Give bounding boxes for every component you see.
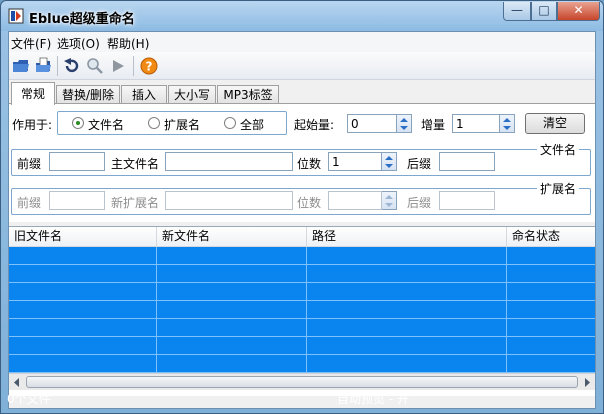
toolbar-separator — [133, 56, 134, 76]
table-row[interactable] — [9, 300, 595, 301]
ext-prefix-label: 前缀 — [17, 196, 42, 210]
start-label: 起始量: — [294, 118, 335, 132]
status-bar: 0个文件 自动预览 - 开 — [1, 390, 603, 406]
horizontal-scrollbar[interactable] — [9, 373, 595, 390]
undo-icon[interactable] — [63, 57, 81, 75]
radio-filename[interactable] — [72, 117, 84, 129]
table-row[interactable] — [9, 354, 595, 355]
client-area: 文件(F) 选项(O) 帮助(H) ? 常规 替换/删除 插入 大小写 MP3标… — [8, 31, 596, 409]
search-icon[interactable] — [86, 57, 104, 75]
menu-help[interactable]: 帮助(H) — [107, 35, 149, 52]
minimize-icon: — — [511, 3, 523, 17]
tab-page-general: 作用于: 文件名 扩展名 全部 起始量: 增量 清空 文件名 前缀 主文件名 位… — [9, 103, 595, 222]
filename-suffix-input[interactable] — [439, 152, 495, 171]
table-row[interactable] — [9, 318, 595, 319]
ext-digits-input[interactable] — [328, 191, 382, 210]
maximize-button[interactable]: □ — [531, 2, 557, 21]
ext-suffix-label: 后缀 — [407, 196, 432, 210]
increment-spinner[interactable] — [500, 114, 515, 133]
apply-to-label: 作用于: — [12, 118, 53, 132]
filename-digits-spinner[interactable] — [382, 152, 397, 171]
filename-suffix-label: 后缀 — [407, 157, 432, 171]
tab-insert[interactable]: 插入 — [121, 85, 167, 104]
filename-prefix-input[interactable] — [49, 152, 105, 171]
minimize-button[interactable]: — — [503, 2, 531, 21]
radio-extension-label[interactable]: 扩展名 — [164, 116, 200, 133]
increment-input[interactable] — [452, 114, 500, 133]
open-folder-icon[interactable] — [12, 57, 30, 75]
main-filename-input[interactable] — [165, 152, 293, 171]
start-input[interactable] — [347, 114, 397, 133]
new-extension-input[interactable] — [165, 191, 293, 210]
main-filename-label: 主文件名 — [111, 157, 160, 171]
scroll-right-icon[interactable] — [579, 375, 595, 390]
radio-extension[interactable] — [148, 117, 160, 129]
apply-to-group: 文件名 扩展名 全部 — [57, 111, 287, 135]
table-row[interactable] — [9, 264, 595, 265]
close-button[interactable]: ✕ — [557, 2, 600, 21]
column-old-name[interactable]: 旧文件名 — [9, 227, 157, 247]
extension-group-title: 扩展名 — [537, 180, 580, 197]
file-count-status: 0个文件 — [7, 392, 51, 406]
table-row[interactable] — [9, 336, 595, 337]
clear-button[interactable]: 清空 — [525, 113, 585, 134]
radio-filename-label[interactable]: 文件名 — [88, 116, 124, 133]
scrollbar-thumb[interactable] — [26, 376, 578, 388]
svg-text:?: ? — [146, 60, 153, 74]
play-icon[interactable] — [109, 57, 127, 75]
auto-preview-status: 自动预览 - 开 — [337, 392, 409, 406]
radio-all[interactable] — [224, 117, 236, 129]
new-extension-label: 新扩展名 — [111, 196, 160, 210]
app-logo-icon — [8, 8, 24, 24]
scroll-left-icon[interactable] — [9, 375, 25, 390]
list-body[interactable] — [9, 247, 595, 373]
menu-bar: 文件(F) 选项(O) 帮助(H) — [9, 32, 595, 52]
help-icon[interactable]: ? — [140, 57, 158, 75]
column-status[interactable]: 命名状态 — [507, 227, 595, 247]
ext-suffix-input[interactable] — [439, 191, 495, 210]
list-header: 旧文件名 新文件名 路径 命名状态 — [9, 227, 595, 247]
column-path[interactable]: 路径 — [307, 227, 507, 247]
column-new-name[interactable]: 新文件名 — [157, 227, 307, 247]
filename-digits-label: 位数 — [297, 157, 322, 171]
open-file-icon[interactable] — [34, 57, 52, 75]
maximize-icon: □ — [538, 3, 550, 17]
filename-digits-input[interactable] — [328, 152, 382, 171]
toolbar-separator — [57, 56, 58, 76]
menu-file[interactable]: 文件(F) — [11, 35, 51, 52]
file-list[interactable]: 旧文件名 新文件名 路径 命名状态 — [9, 226, 595, 396]
menu-options[interactable]: 选项(O) — [57, 35, 100, 52]
table-row[interactable] — [9, 282, 595, 283]
radio-all-label[interactable]: 全部 — [240, 116, 264, 133]
tab-general[interactable]: 常规 — [11, 82, 55, 105]
tab-mp3-tags[interactable]: MP3标签 — [217, 85, 279, 104]
filename-group-title: 文件名 — [537, 141, 580, 158]
window-title: Eblue超级重命名 — [29, 12, 135, 27]
filename-prefix-label: 前缀 — [17, 157, 42, 171]
start-spinner[interactable] — [397, 114, 412, 133]
tab-strip: 常规 替换/删除 插入 大小写 MP3标签 — [9, 82, 595, 105]
close-icon: ✕ — [573, 3, 584, 17]
ext-digits-label: 位数 — [297, 196, 322, 210]
toolbar: ? — [9, 52, 595, 80]
tab-case[interactable]: 大小写 — [168, 85, 216, 104]
ext-prefix-input[interactable] — [49, 191, 105, 210]
ext-digits-spinner[interactable] — [382, 191, 397, 210]
increment-label: 增量 — [421, 118, 446, 132]
app-window: Eblue超级重命名 — □ ✕ 文件(F) 选项(O) 帮助(H) ? 常规 … — [0, 0, 604, 414]
title-bar[interactable]: Eblue超级重命名 — □ ✕ — [1, 1, 603, 31]
tab-replace-delete[interactable]: 替换/删除 — [56, 85, 120, 104]
